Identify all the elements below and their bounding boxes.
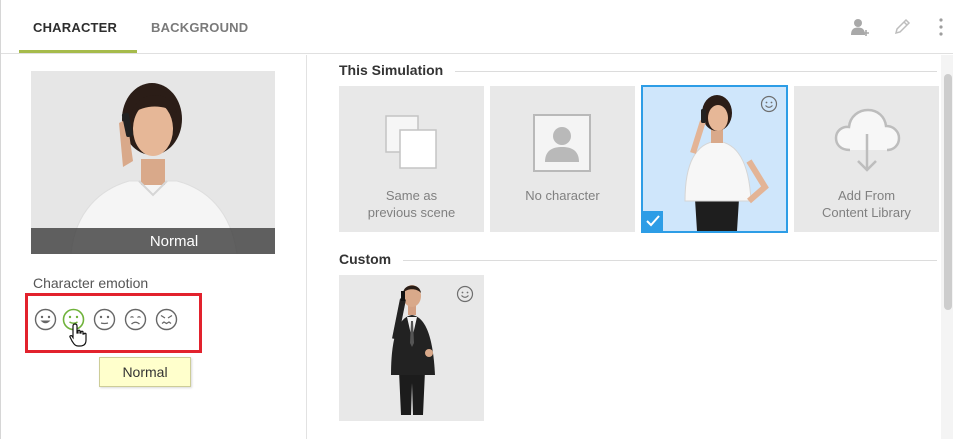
- scrollbar-thumb[interactable]: [944, 74, 952, 310]
- card-no-character[interactable]: No character: [490, 86, 635, 232]
- cloud-download-icon: [834, 108, 901, 172]
- neutral-face-icon[interactable]: [93, 308, 116, 331]
- emotion-tooltip: Normal: [99, 357, 191, 387]
- card-same-as-previous-scene[interactable]: Same as previous scene: [339, 86, 484, 232]
- card-label-line2: previous scene: [367, 205, 456, 220]
- person-placeholder-icon: [533, 114, 591, 172]
- section-divider: [339, 260, 937, 261]
- add-character-icon[interactable]: [849, 16, 871, 38]
- section-title-custom: Custom: [339, 251, 404, 267]
- tab-background[interactable]: BACKGROUND: [151, 0, 248, 54]
- character-preview: Normal: [31, 71, 275, 254]
- tab-character[interactable]: CHARACTER: [19, 0, 137, 54]
- card-label-line1: Add From: [837, 188, 896, 203]
- character-thumbnail-image: [684, 95, 769, 231]
- card-label: No character: [525, 188, 600, 203]
- emotion-selector-highlight: [25, 293, 202, 353]
- custom-character-thumbnail-image: [391, 285, 435, 415]
- character-preview-panel: Normal Character emotion Normal: [1, 55, 307, 439]
- preview-caption: Normal: [31, 228, 275, 254]
- more-vertical-icon[interactable]: [934, 16, 948, 38]
- selected-check-icon: [643, 211, 663, 231]
- card-selected-character[interactable]: [641, 85, 788, 233]
- angry-face-icon[interactable]: [155, 308, 178, 331]
- hand-cursor-icon: [68, 322, 90, 348]
- card-custom-character[interactable]: [339, 275, 484, 421]
- section-title-this-simulation: This Simulation: [339, 62, 456, 78]
- card-add-from-content-library[interactable]: Add From Content Library: [794, 86, 939, 232]
- character-portrait-image: [31, 71, 275, 254]
- emotion-badge-icon: [760, 95, 778, 113]
- card-label-line2: Content Library: [822, 205, 911, 220]
- edit-icon[interactable]: [891, 16, 913, 38]
- character-panel: CHARACTER BACKGROUND Normal Character em…: [0, 0, 953, 439]
- active-tab-indicator: [19, 50, 137, 53]
- smile-face-icon[interactable]: [34, 308, 57, 331]
- tab-bar: CHARACTER BACKGROUND: [1, 0, 953, 54]
- emotion-badge-icon: [456, 285, 474, 303]
- copy-scene-icon: [385, 115, 437, 169]
- card-label-line1: Same as: [385, 188, 438, 203]
- sad-face-icon[interactable]: [124, 308, 147, 331]
- character-emotion-label: Character emotion: [33, 275, 149, 291]
